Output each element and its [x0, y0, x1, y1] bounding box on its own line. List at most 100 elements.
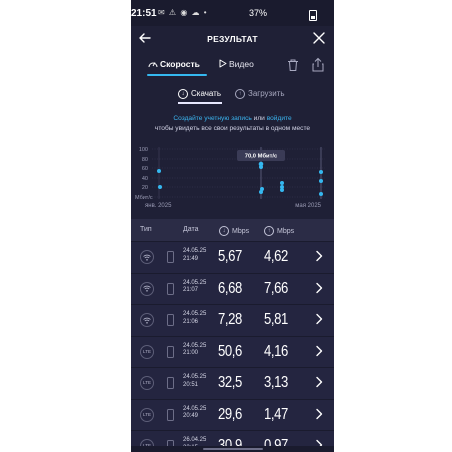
lte-icon: LTE: [140, 407, 154, 422]
subtab-upload-label: Загрузить: [248, 89, 285, 99]
result-time: 21:07: [183, 287, 199, 293]
result-date: 24.05.25: [183, 405, 207, 412]
y-tick-100: 100: [139, 147, 148, 153]
tab-video[interactable]: Видео: [219, 59, 254, 69]
upload-speed: 3,13: [264, 374, 288, 391]
data-point: [319, 192, 323, 196]
phone-icon: [167, 282, 174, 295]
wifi-icon: [140, 250, 154, 264]
tooltip-text: 70,0 Мбит/с: [245, 153, 278, 160]
x-start-label: янв. 2025: [145, 203, 172, 209]
result-datetime: 24.05.25 21:00: [183, 343, 206, 358]
table-row[interactable]: LTE 24.05.25 20:51 32,5 3,13: [131, 367, 334, 399]
table-header: Тип Дата ↓ Mbps ↑ Mbps: [131, 219, 334, 241]
upload-arrow-icon: ↑: [235, 89, 245, 99]
lte-icon: LTE: [140, 344, 154, 359]
create-account-link[interactable]: Создайте учетную запись: [173, 115, 251, 122]
navigation-bar: [131, 446, 334, 452]
col-upload[interactable]: ↑ Mbps: [264, 226, 294, 236]
result-datetime: 24.05.25 21:49: [183, 248, 206, 263]
result-time: 20:49: [183, 413, 199, 419]
download-speed: 7,28: [218, 311, 242, 328]
home-indicator[interactable]: [203, 448, 263, 450]
status-bar: 21:51 ✉ ⚠ ◉ ☁ • 37%: [131, 0, 334, 26]
subtab-upload[interactable]: ↑ Загрузить: [235, 89, 285, 99]
speed-history-chart[interactable]: 100 80 60 40 20 Мбит/с 70,0 Мбит/с янв. …: [131, 142, 334, 212]
promo-or: или: [251, 115, 267, 122]
speedometer-icon: [148, 62, 158, 68]
tab-speed-label: Скорость: [160, 59, 200, 69]
header: РЕЗУЛЬТАТ: [131, 26, 334, 52]
battery-icon: [309, 10, 317, 21]
table-row[interactable]: LTE 24.05.25 21:00 50,6 4,16: [131, 335, 334, 368]
result-datetime: 24.05.25 20:49: [183, 406, 206, 421]
col-upload-label: Mbps: [277, 227, 295, 235]
y-tick-40: 40: [142, 176, 148, 182]
data-point: [280, 181, 284, 185]
phone-icon: [167, 251, 174, 263]
table-row[interactable]: LTE 24.05.25 20:49 29,6 1,47: [131, 398, 334, 431]
tab-speed[interactable]: Скорость: [148, 59, 200, 69]
lte-icon: LTE: [140, 376, 154, 390]
share-icon[interactable]: [311, 57, 325, 72]
data-point: [158, 185, 162, 189]
y-tick-20: 20: [142, 185, 148, 191]
result-time: 21:49: [183, 255, 199, 262]
result-time: 20:51: [183, 381, 199, 388]
active-subtab-underline: [178, 102, 222, 104]
result-datetime: 24.05.25 21:07: [183, 280, 206, 295]
upload-speed: 4,16: [264, 342, 288, 360]
trash-icon[interactable]: [286, 58, 300, 72]
data-point: [319, 179, 323, 183]
chevron-right-icon: [316, 408, 323, 419]
account-promo: Создайте учетную запись или войдите чтоб…: [131, 114, 334, 134]
upload-speed: 4,62: [264, 248, 288, 265]
table-row[interactable]: 24.05.25 21:49 5,67 4,62: [131, 241, 334, 273]
subtab-download-label: Скачать: [191, 89, 221, 99]
result-date: 24.05.25: [183, 342, 207, 349]
result-time: 21:00: [183, 350, 199, 356]
phone-icon: [167, 314, 174, 326]
upload-speed: 1,47: [264, 405, 288, 423]
tab-video-label: Видео: [229, 59, 254, 69]
table-row[interactable]: 24.05.25 21:06 7,28 5,81: [131, 304, 334, 336]
result-tabs: Скорость Видео: [131, 56, 334, 78]
chevron-right-icon: [316, 250, 323, 262]
direction-tabs: ↓ Скачать ↑ Загрузить: [131, 86, 334, 106]
download-speed: 5,67: [218, 248, 242, 265]
upload-speed: 5,81: [264, 311, 288, 328]
wifi-icon: [140, 313, 154, 327]
data-point: [157, 169, 161, 173]
data-point: [259, 165, 263, 169]
download-speed: 6,68: [218, 279, 242, 297]
data-point: [259, 190, 263, 194]
col-type[interactable]: Тип: [140, 226, 152, 233]
chevron-right-icon: [316, 313, 323, 325]
chevron-right-icon: [316, 376, 323, 388]
result-date: 26.04.25: [183, 437, 207, 443]
subtab-download[interactable]: ↓ Скачать: [178, 89, 221, 99]
page-title: РЕЗУЛЬТАТ: [207, 34, 258, 44]
close-icon[interactable]: [311, 30, 327, 46]
col-date[interactable]: Дата: [183, 226, 199, 233]
result-date: 24.05.25: [183, 311, 207, 317]
download-arrow-icon: ↓: [178, 89, 188, 99]
data-point: [319, 170, 323, 174]
promo-description: чтобы увидеть все свои результаты в одно…: [154, 125, 311, 132]
data-point: [280, 188, 284, 192]
result-time: 21:06: [183, 318, 199, 325]
result-datetime: 24.05.25 20:51: [183, 374, 206, 389]
result-date: 24.05.25: [183, 248, 207, 254]
table-row[interactable]: 24.05.25 21:07 6,68 7,66: [131, 272, 334, 305]
phone-icon: [167, 345, 174, 358]
phone-screen: 21:51 ✉ ⚠ ◉ ☁ • 37% РЕЗУЛЬТАТ Скорость В…: [131, 0, 334, 452]
download-speed: 29,6: [218, 405, 242, 423]
col-download[interactable]: ↓ Mbps: [219, 226, 249, 236]
login-link[interactable]: войдите: [267, 115, 292, 122]
wifi-icon: [140, 281, 154, 296]
battery-percent: 37%: [249, 8, 268, 18]
x-end-label: мая 2025: [295, 203, 321, 209]
y-axis-label: Мбит/с: [135, 195, 153, 201]
result-date: 24.05.25: [183, 279, 207, 286]
result-date: 24.05.25: [183, 374, 207, 380]
